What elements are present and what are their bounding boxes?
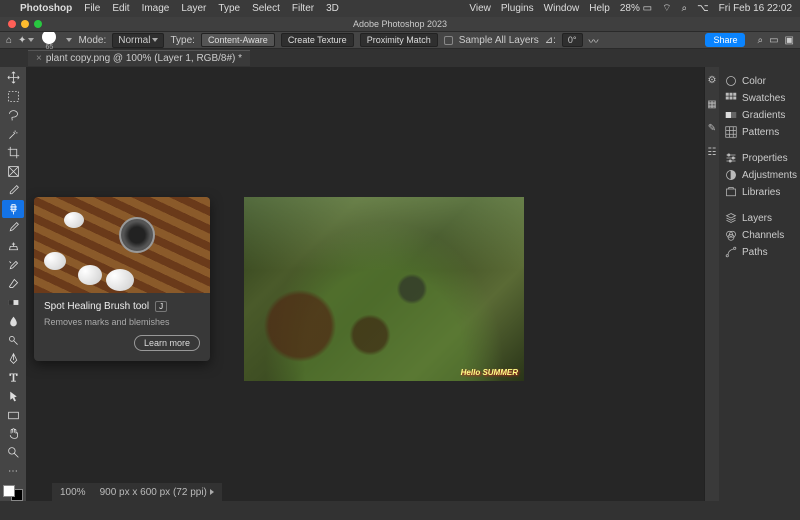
sample-all-layers-label: Sample All Layers	[459, 35, 539, 46]
status-bar: 100% 900 px x 600 px (72 ppi)	[52, 483, 222, 501]
workspace-icon[interactable]: ▭	[769, 35, 778, 46]
brush-settings-icon[interactable]: ☷	[705, 145, 719, 159]
type-content-aware-button[interactable]: Content-Aware	[201, 33, 275, 47]
search-icon[interactable]: ⌕	[757, 35, 763, 46]
menu-edit[interactable]: Edit	[112, 3, 129, 14]
collapsed-panel-strip: ⚙ ▦ ✎ ☷	[705, 67, 719, 501]
menu-image[interactable]: Image	[142, 3, 170, 14]
panel-patterns[interactable]: Patterns	[723, 124, 799, 140]
brush-tool[interactable]	[2, 219, 24, 237]
document-tab-bar: × plant copy.png @ 100% (Layer 1, RGB/8#…	[0, 49, 800, 67]
zoom-level[interactable]: 100%	[60, 487, 86, 498]
tooltip-preview-image	[34, 197, 210, 293]
frame-tool[interactable]	[2, 163, 24, 181]
path-select-tool[interactable]	[2, 387, 24, 405]
close-window-button[interactable]	[8, 20, 16, 28]
home-icon[interactable]: ⌂	[6, 35, 12, 46]
grid-icon[interactable]: ▦	[705, 97, 719, 111]
options-bar: ⌂ ✦ 65 Mode: Normal Type: Content-Aware …	[0, 32, 800, 49]
menu-layer[interactable]: Layer	[181, 3, 206, 14]
menu-view[interactable]: View	[469, 3, 491, 14]
clone-stamp-tool[interactable]	[2, 238, 24, 256]
document-tab-label: plant copy.png @ 100% (Layer 1, RGB/8#) …	[46, 53, 242, 64]
panel-layers[interactable]: Layers	[723, 210, 799, 226]
sample-all-layers-checkbox[interactable]	[444, 36, 453, 45]
panel-swatches[interactable]: Swatches	[723, 90, 799, 106]
panel-properties[interactable]: Properties	[723, 150, 799, 166]
pen-tool[interactable]	[2, 350, 24, 368]
type-tool[interactable]	[2, 369, 24, 387]
panels-dock: ⚙ ▦ ✎ ☷ Color Swatches Gradients Pattern…	[704, 67, 800, 501]
color-swatches[interactable]	[3, 485, 23, 501]
app-menu[interactable]: Photoshop	[20, 3, 72, 14]
menu-select[interactable]: Select	[252, 3, 280, 14]
edit-toolbar-button[interactable]: ⋯	[2, 462, 24, 480]
panel-channels[interactable]: Channels	[723, 227, 799, 243]
maximize-window-button[interactable]	[34, 20, 42, 28]
tools-panel: ⋯	[0, 67, 26, 501]
share-button[interactable]: Share	[705, 33, 745, 47]
close-tab-icon[interactable]: ×	[36, 53, 42, 64]
search-icon[interactable]: ⌕	[681, 3, 687, 14]
gradient-tool[interactable]	[2, 294, 24, 312]
angle-label: ⊿:	[545, 35, 556, 46]
panel-adjustments[interactable]: Adjustments	[723, 167, 799, 183]
wifi-icon[interactable]: ⌔	[662, 2, 671, 15]
window-title: Adobe Photoshop 2023	[353, 19, 447, 29]
type-label: Type:	[170, 35, 194, 46]
lasso-tool[interactable]	[2, 106, 24, 124]
panel-color[interactable]: Color	[723, 73, 799, 89]
menu-filter[interactable]: Filter	[292, 3, 314, 14]
eraser-tool[interactable]	[2, 275, 24, 293]
move-tool[interactable]	[2, 69, 24, 87]
mode-label: Mode:	[78, 35, 106, 46]
battery-status[interactable]: 28% ▭	[620, 3, 652, 14]
type-proximity-match-button[interactable]: Proximity Match	[360, 33, 438, 47]
menu-3d[interactable]: 3D	[326, 3, 339, 14]
minimize-window-button[interactable]	[21, 20, 29, 28]
hand-tool[interactable]	[2, 425, 24, 443]
mode-select[interactable]: Normal	[112, 33, 164, 48]
menu-window[interactable]: Window	[544, 3, 580, 14]
panel-gradients[interactable]: Gradients	[723, 107, 799, 123]
document-canvas[interactable]: Hello SUMMER	[244, 197, 524, 381]
learn-more-button[interactable]: Learn more	[134, 335, 200, 351]
type-create-texture-button[interactable]: Create Texture	[281, 33, 354, 47]
eyedropper-tool[interactable]	[2, 181, 24, 199]
control-center-icon[interactable]: ⌥	[697, 3, 709, 14]
sliders-icon[interactable]: ⚙	[705, 73, 719, 87]
menu-help[interactable]: Help	[589, 3, 610, 14]
spot-healing-brush-tool[interactable]	[2, 200, 24, 218]
menu-plugins[interactable]: Plugins	[501, 3, 534, 14]
panel-paths[interactable]: Paths	[723, 244, 799, 260]
panel-libraries[interactable]: Libraries	[723, 184, 799, 200]
brush-panel-icon[interactable]: ✎	[705, 121, 719, 135]
angle-input[interactable]: 0°	[562, 33, 583, 47]
window-titlebar: Adobe Photoshop 2023	[0, 17, 800, 32]
document-tab[interactable]: × plant copy.png @ 100% (Layer 1, RGB/8#…	[28, 50, 250, 66]
document-dimensions[interactable]: 900 px x 600 px (72 ppi)	[100, 487, 214, 498]
menu-file[interactable]: File	[84, 3, 100, 14]
pressure-icon[interactable]: 〰	[589, 33, 599, 48]
tooltip-title: Spot Healing Brush tool	[44, 301, 149, 312]
tool-preset-icon[interactable]: ✦	[18, 35, 34, 46]
crop-tool[interactable]	[2, 144, 24, 162]
tooltip-shortcut-key: J	[155, 301, 167, 312]
macos-menubar: Photoshop File Edit Image Layer Type Sel…	[0, 0, 800, 17]
blur-tool[interactable]	[2, 313, 24, 331]
rectangle-tool[interactable]	[2, 406, 24, 424]
tool-info-tooltip: Spot Healing Brush tool J Removes marks …	[34, 197, 210, 361]
tooltip-description: Removes marks and blemishes	[44, 317, 200, 327]
wand-tool[interactable]	[2, 125, 24, 143]
arrange-icon[interactable]: ▣	[785, 35, 794, 46]
zoom-tool[interactable]	[2, 444, 24, 462]
marquee-tool[interactable]	[2, 88, 24, 106]
canvas-area[interactable]: Hello SUMMER Spot Healing Brush tool J R…	[26, 67, 704, 501]
menu-type[interactable]: Type	[218, 3, 240, 14]
dodge-tool[interactable]	[2, 331, 24, 349]
watermark-text: Hello SUMMER	[461, 368, 518, 377]
history-brush-tool[interactable]	[2, 256, 24, 274]
clock[interactable]: Fri Feb 16 22:02	[719, 3, 792, 14]
